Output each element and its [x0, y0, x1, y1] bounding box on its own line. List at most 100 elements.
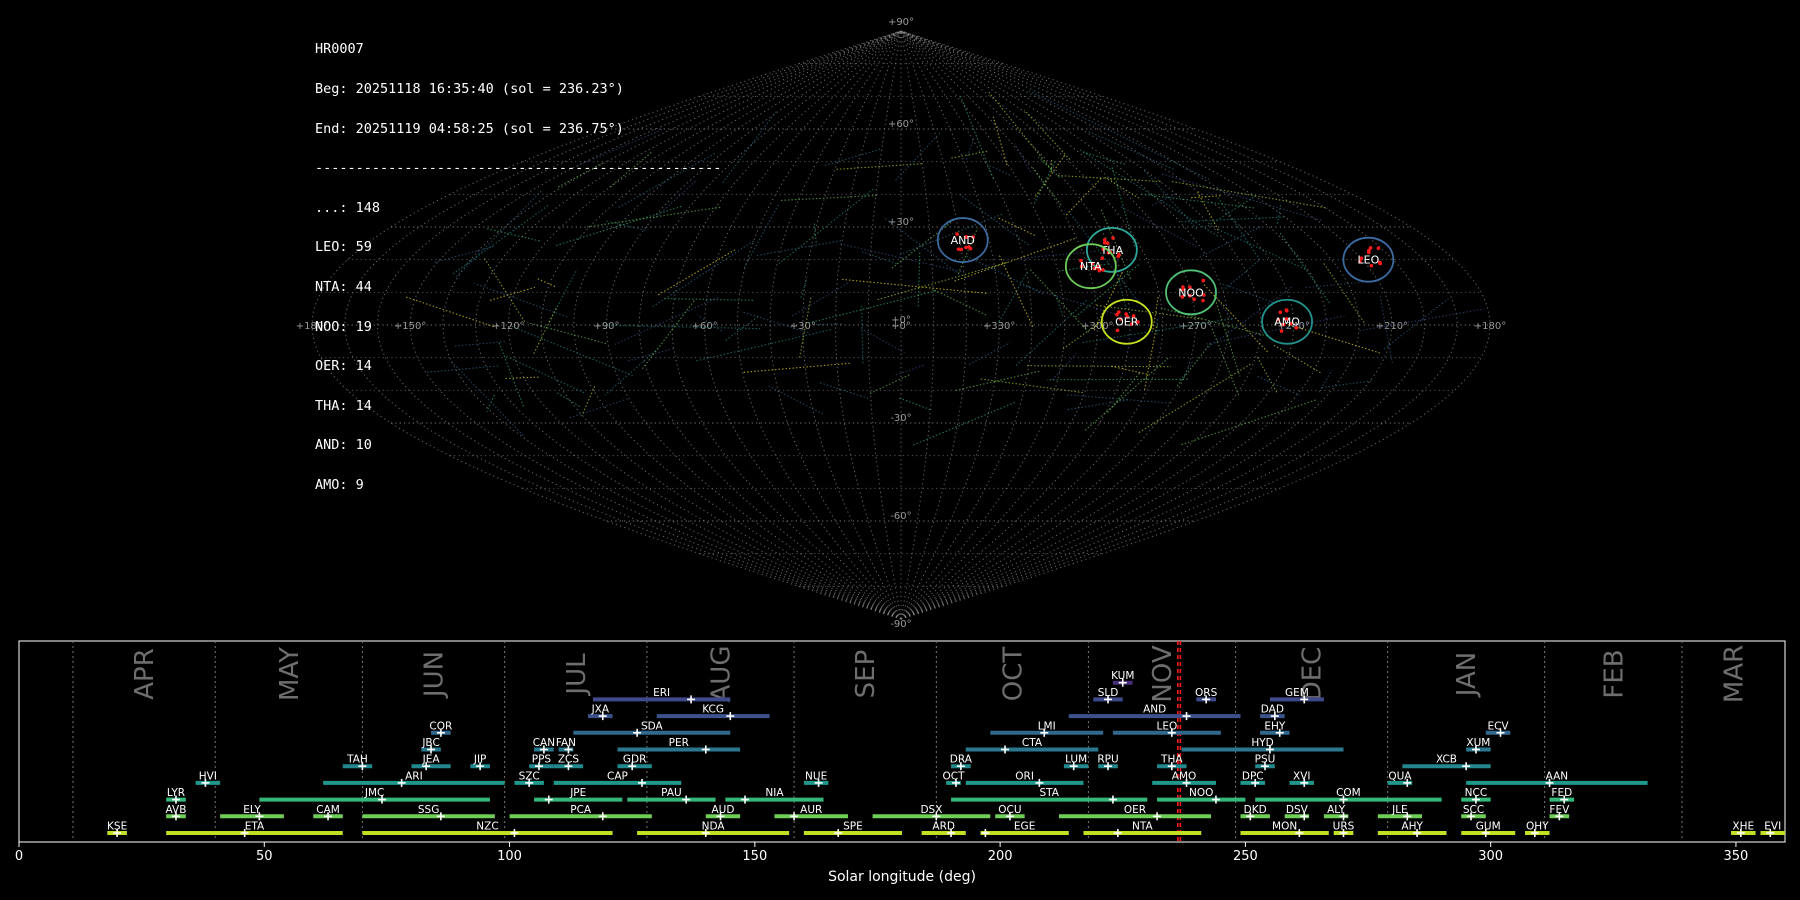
shower-label: ZCS	[558, 754, 580, 766]
shower-label: FEV	[1549, 804, 1570, 816]
month-label: APR	[130, 648, 160, 700]
shower-label: AND	[1143, 704, 1166, 716]
month-label: JAN	[1452, 652, 1482, 698]
shower-label: LEO	[1157, 720, 1178, 732]
x-tick-label: 0	[15, 849, 23, 864]
shower-label: CTA	[1022, 737, 1043, 749]
shower-label: NZC	[476, 821, 498, 833]
shower-jbc: JBC	[421, 737, 441, 754]
shower-ocu: OCU	[995, 804, 1025, 821]
shower-label: THA	[1160, 754, 1183, 766]
shower-can: CAN	[533, 737, 555, 754]
shower-label: XCB	[1436, 754, 1457, 766]
shower-label: SLD	[1098, 687, 1119, 699]
shower-label: COM	[1336, 787, 1361, 799]
shower-label: PAU	[661, 787, 682, 799]
shower-ohy: OHY	[1525, 821, 1550, 837]
shower-fev: FEV	[1549, 804, 1570, 821]
shower-dpc: DPC	[1240, 770, 1266, 787]
shower-label: AAN	[1546, 770, 1569, 782]
shower-label: DSV	[1286, 804, 1309, 816]
shower-cam: CAM	[313, 804, 343, 821]
shower-dsv: DSV	[1284, 804, 1310, 821]
month-label: FEB	[1599, 649, 1629, 698]
shower-label: TAH	[346, 754, 368, 766]
shower-label: KCG	[702, 704, 724, 716]
shower-rpu: RPU	[1097, 754, 1119, 771]
shower-label: SSG	[418, 804, 439, 816]
shower-label: EVI	[1764, 821, 1781, 833]
month-label: NOV	[1148, 645, 1178, 702]
shower-label: URS	[1333, 821, 1355, 833]
shower-label: NUE	[805, 770, 827, 782]
shower-ecv: ECV	[1485, 720, 1511, 737]
shower-label: HVI	[199, 770, 217, 782]
shower-aly: ALY	[1323, 804, 1349, 821]
shower-label: ORI	[1015, 770, 1034, 782]
shower-label: PCA	[570, 804, 592, 816]
month-label: MAY	[275, 647, 305, 701]
month-label: JUL	[562, 653, 592, 697]
shower-label: XHE	[1732, 821, 1754, 833]
shower-nue: NUE	[803, 770, 829, 787]
shower-label: ECV	[1487, 720, 1509, 732]
month-label: OCT	[998, 647, 1028, 702]
shower-label: PER	[669, 737, 689, 749]
shower-label: QUA	[1388, 770, 1412, 782]
shower-label: JEA	[422, 754, 441, 766]
shower-qua: QUA	[1387, 770, 1412, 787]
shower-label: AMO	[1172, 770, 1197, 782]
shower-label: RPU	[1097, 754, 1118, 766]
shower-label: ETA	[245, 821, 265, 833]
shower-label: FED	[1551, 787, 1572, 799]
x-tick-label: 300	[1478, 849, 1503, 864]
x-tick-label: 250	[1233, 849, 1258, 864]
x-tick-label: 350	[1724, 849, 1749, 864]
shower-pps: PPS	[529, 754, 554, 771]
shower-xum: XUM	[1466, 737, 1491, 754]
shower-kse: KSE	[107, 821, 127, 837]
shower-label: CAM	[316, 804, 340, 816]
shower-label: ARI	[405, 770, 423, 782]
shower-label: ORS	[1195, 687, 1218, 699]
shower-label: OER	[1124, 804, 1146, 816]
x-tick-label: 200	[988, 849, 1013, 864]
shower-label: NCC	[1465, 787, 1488, 799]
shower-label: DAD	[1261, 704, 1284, 716]
shower-label: JLE	[1391, 804, 1408, 816]
shower-xvi: XVI	[1289, 770, 1315, 787]
month-label: SEP	[851, 650, 881, 699]
shower-label: AVB	[166, 804, 187, 816]
shower-label: JBC	[421, 737, 439, 749]
shower-label: ALY	[1327, 804, 1346, 816]
shower-dkd: DKD	[1240, 804, 1270, 821]
shower-avb: AVB	[166, 804, 187, 821]
x-tick-label: 150	[742, 849, 767, 864]
shower-label: NIA	[765, 787, 784, 799]
shower-label: NDA	[702, 821, 726, 833]
solar-longitude-timeline: APR MAY JUN JUL AUG SEP OCT NOV DEC JAN FEB MARKUME…	[15, 640, 1786, 885]
shower-scc: SCC	[1461, 804, 1486, 821]
shower-label: AHY	[1401, 821, 1423, 833]
shower-label: DPC	[1242, 770, 1264, 782]
shower-label: JMC	[364, 787, 385, 799]
shower-fan: FAN	[556, 737, 576, 754]
shower-label: JPE	[569, 787, 586, 799]
shower-label: JXA	[591, 704, 610, 716]
shower-label: CAP	[607, 770, 628, 782]
month-label: AUG	[706, 646, 736, 703]
shower-label: PPS	[532, 754, 552, 766]
x-axis-label: Solar longitude (deg)	[828, 869, 976, 885]
shower-cor: COR	[429, 720, 452, 737]
shower-label: AUR	[800, 804, 822, 816]
shower-kum: KUM	[1111, 670, 1134, 687]
shower-ehy: EHY	[1260, 720, 1290, 737]
shower-label: LYR	[167, 787, 185, 799]
shower-label: COR	[429, 720, 452, 732]
shower-label: ARD	[932, 821, 955, 833]
shower-label: FAN	[556, 737, 576, 749]
shower-tah: TAH	[342, 754, 373, 771]
shower-xhe: XHE	[1731, 821, 1756, 837]
x-tick-label: 100	[497, 849, 522, 864]
x-tick-label: 50	[256, 849, 273, 864]
